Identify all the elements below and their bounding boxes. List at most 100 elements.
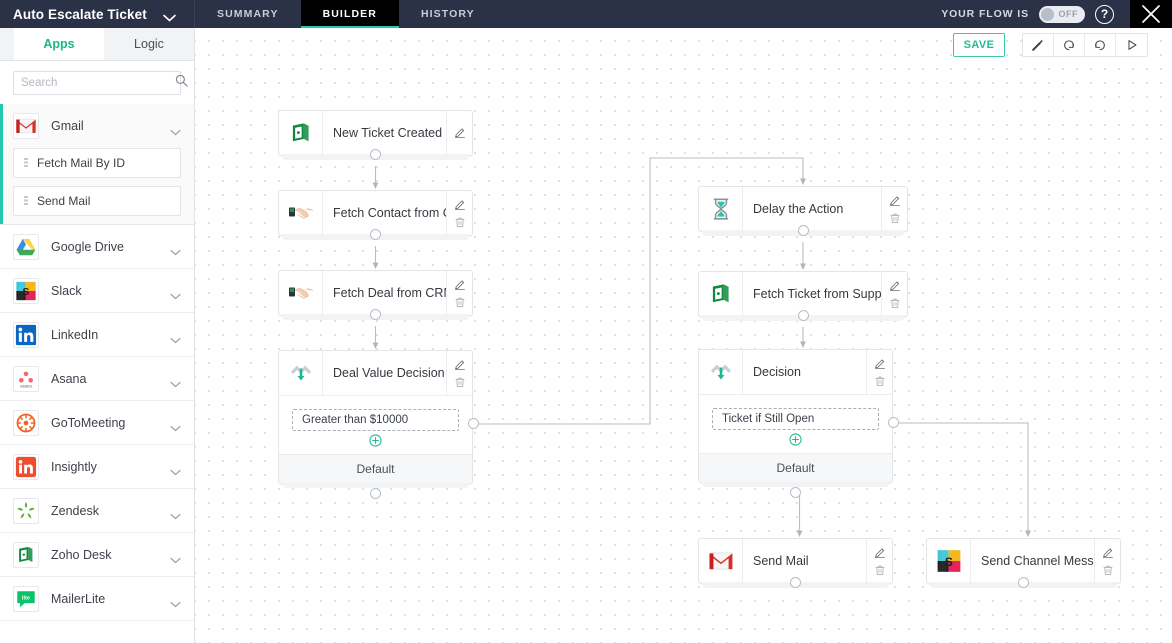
flow-enable-toggle[interactable]: OFF <box>1039 5 1085 23</box>
branch-area: Ticket if Still Open <box>699 395 892 453</box>
redo-icon[interactable] <box>1085 34 1116 56</box>
delete-node-icon[interactable] <box>454 216 466 228</box>
branch-condition[interactable]: Greater than $10000 <box>292 409 459 431</box>
save-button[interactable]: SAVE <box>953 33 1005 57</box>
app-action-item[interactable]: Send Mail <box>13 186 181 216</box>
decision-icon <box>279 351 323 395</box>
delete-node-icon[interactable] <box>874 375 886 387</box>
delete-node-icon[interactable] <box>454 376 466 388</box>
linkedin-icon <box>13 321 39 348</box>
mailerlite-icon: lite <box>13 585 39 612</box>
tab-builder[interactable]: BUILDER <box>300 0 400 28</box>
app-name-label: Zoho Desk <box>51 547 112 562</box>
default-branch[interactable]: Default <box>699 453 892 482</box>
edit-node-icon[interactable] <box>874 358 886 370</box>
app-name-label: Slack <box>51 283 82 298</box>
node-output-port[interactable] <box>370 309 381 320</box>
magic-wand-icon[interactable] <box>1023 34 1054 56</box>
search-box[interactable] <box>13 71 188 95</box>
app-row-asana[interactable]: asana Asana <box>0 357 194 401</box>
decision-body: Ticket if Still Open Default <box>699 394 892 482</box>
chevron-down-icon[interactable] <box>170 375 181 388</box>
app-action-item[interactable]: Fetch Mail By ID <box>13 148 181 178</box>
chevron-down-icon[interactable] <box>170 507 181 520</box>
app-group-asana: asana Asana <box>0 357 194 401</box>
flow-node-n7[interactable]: Decision Ticket if Still Open Default <box>698 349 893 487</box>
node-output-port[interactable] <box>370 229 381 240</box>
edit-node-icon[interactable] <box>889 195 901 207</box>
node-title: Send Mail <box>753 554 809 568</box>
help-icon[interactable]: ? <box>1095 4 1114 24</box>
node-title: Deal Value Decision <box>333 366 445 380</box>
app-row-mailerlite[interactable]: lite MailerLite <box>0 577 194 621</box>
node-output-port[interactable] <box>370 149 381 160</box>
edit-node-icon[interactable] <box>454 199 466 211</box>
app-name-label: Asana <box>51 371 87 386</box>
tab-summary[interactable]: SUMMARY <box>195 0 301 28</box>
app-row-google-drive[interactable]: Google Drive <box>0 225 194 269</box>
app-name-label: Insightly <box>51 459 97 474</box>
chevron-down-icon[interactable] <box>170 419 181 432</box>
play-icon[interactable] <box>1116 34 1147 56</box>
app-row-linkedin[interactable]: LinkedIn <box>0 313 194 357</box>
zoho-desk-icon <box>13 541 39 568</box>
delete-node-icon[interactable] <box>889 212 901 224</box>
delete-node-icon[interactable] <box>874 564 886 576</box>
node-actions <box>1094 539 1120 583</box>
toggle-state-label: OFF <box>1058 9 1078 19</box>
node-output-port[interactable] <box>797 310 809 321</box>
tab-summary-label: SUMMARY <box>217 8 279 20</box>
default-output-port[interactable] <box>790 487 801 498</box>
edit-node-icon[interactable] <box>1102 547 1114 559</box>
panel-tab-apps-label: Apps <box>43 36 75 51</box>
app-name-label: Google Drive <box>51 239 124 254</box>
branch-output-port[interactable] <box>887 417 899 428</box>
node-actions <box>881 187 907 231</box>
app-row-gotomeeting[interactable]: GoToMeeting <box>0 401 194 445</box>
delete-node-icon[interactable] <box>454 296 466 308</box>
undo-icon[interactable] <box>1054 34 1085 56</box>
app-row-zoho-desk[interactable]: Zoho Desk <box>0 533 194 577</box>
flow-node-n4[interactable]: Deal Value Decision Greater than $10000 … <box>278 350 473 488</box>
app-row-gmail[interactable]: Gmail <box>0 104 194 148</box>
chevron-down-icon[interactable] <box>170 331 181 344</box>
search-input[interactable] <box>21 77 175 89</box>
app-row-zendesk[interactable]: Zendesk <box>0 489 194 533</box>
edit-node-icon[interactable] <box>454 279 466 291</box>
chevron-down-icon[interactable] <box>170 463 181 476</box>
default-output-port[interactable] <box>370 488 381 499</box>
node-output-port[interactable] <box>1018 577 1029 588</box>
edit-node-icon[interactable] <box>874 547 886 559</box>
node-actions <box>446 351 472 395</box>
node-output-port[interactable] <box>790 577 801 588</box>
panel-tab-logic[interactable]: Logic <box>104 28 194 60</box>
edit-node-icon[interactable] <box>454 127 466 139</box>
tab-history[interactable]: HISTORY <box>399 0 497 28</box>
asana-icon: asana <box>13 365 39 392</box>
branch-output-port[interactable] <box>467 418 479 429</box>
node-output-port[interactable] <box>797 225 809 236</box>
chevron-down-icon[interactable] <box>170 243 181 256</box>
edit-node-icon[interactable] <box>454 359 466 371</box>
drag-handle-icon[interactable] <box>24 157 28 169</box>
close-icon[interactable] <box>1130 0 1172 28</box>
top-bar-right: YOUR FLOW IS OFF ? <box>941 0 1172 28</box>
app-row-slack[interactable]: S Slack <box>0 269 194 313</box>
top-bar: Auto Escalate Ticket SUMMARY BUILDER HIS… <box>0 0 1172 28</box>
plus-circle-icon[interactable] <box>789 433 802 446</box>
flow-title-dropdown[interactable]: Auto Escalate Ticket <box>0 0 195 28</box>
panel-tab-apps[interactable]: Apps <box>14 28 104 60</box>
chevron-down-icon[interactable] <box>170 595 181 608</box>
flow-canvas[interactable]: SAVE New Ticket Created Fetch Contact fr… <box>195 28 1172 643</box>
plus-circle-icon[interactable] <box>369 434 382 447</box>
delete-node-icon[interactable] <box>1102 564 1114 576</box>
app-row-insightly[interactable]: Insightly <box>0 445 194 489</box>
branch-condition[interactable]: Ticket if Still Open <box>712 408 879 430</box>
default-branch[interactable]: Default <box>279 454 472 483</box>
chevron-down-icon[interactable] <box>170 123 181 135</box>
drag-handle-icon[interactable] <box>24 195 28 207</box>
delete-node-icon[interactable] <box>889 297 901 309</box>
chevron-down-icon[interactable] <box>170 551 181 564</box>
chevron-down-icon[interactable] <box>170 287 181 300</box>
edit-node-icon[interactable] <box>889 280 901 292</box>
